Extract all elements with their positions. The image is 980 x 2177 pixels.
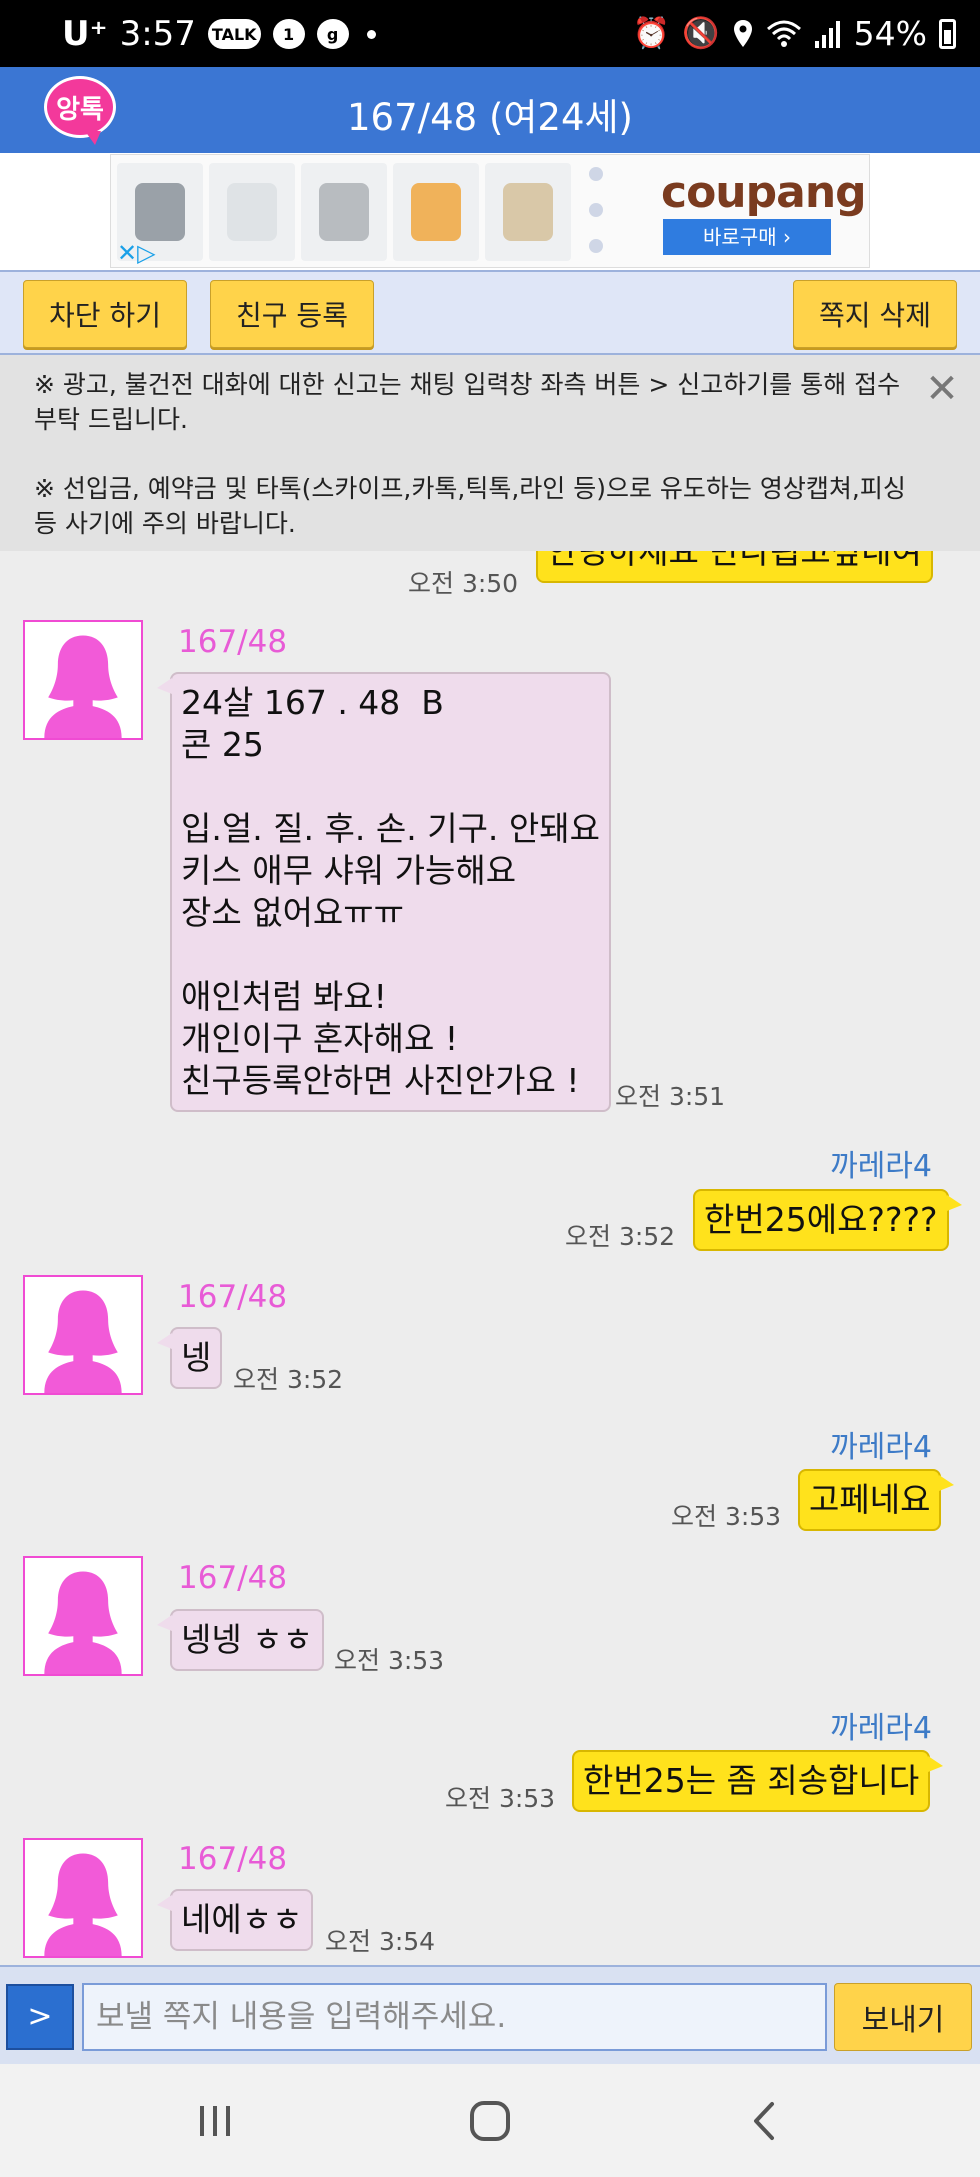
- block-button[interactable]: 차단 하기: [23, 280, 187, 348]
- ad-choices-icon[interactable]: ✕▷: [117, 239, 156, 267]
- message-input-bar: > 보내기: [0, 1965, 980, 2064]
- avatar[interactable]: [23, 1556, 143, 1676]
- back-icon[interactable]: [740, 2096, 790, 2146]
- avatar[interactable]: [23, 620, 143, 740]
- sender-name: 167/48: [178, 1560, 288, 1596]
- kakaotalk-notification-icon: TALK: [207, 19, 261, 49]
- my-name: 까레라4: [830, 1711, 932, 1746]
- add-friend-button[interactable]: 친구 등록: [210, 280, 374, 348]
- message-time: 오전 3:50: [408, 569, 519, 598]
- female-avatar-icon: [44, 1290, 122, 1393]
- message-time: 오전 3:51: [615, 1082, 726, 1111]
- battery-percent: 54%: [853, 14, 927, 53]
- chat-thread[interactable]: 안녕하세요 만나뵙고싶네여 오전 3:50 167/48 24살 167 . 4…: [0, 551, 980, 1965]
- avatar[interactable]: [23, 1275, 143, 1395]
- notice-report-text: ※ 광고, 불건전 대화에 대한 신고는 채팅 입력창 좌측 버튼 > 신고하기…: [34, 370, 901, 434]
- signal-icon: [814, 20, 840, 48]
- message-bubble-in[interactable]: 네에ㅎㅎ: [156, 1889, 314, 1951]
- message-time: 오전 3:53: [445, 1784, 556, 1813]
- delete-message-button[interactable]: 쪽지 삭제: [793, 280, 957, 348]
- home-icon[interactable]: [465, 2096, 515, 2146]
- coupang-logo: coupang: [661, 167, 867, 218]
- more-notifications-dot: [366, 29, 376, 39]
- message-time: 오전 3:54: [325, 1927, 436, 1956]
- recent-apps-icon[interactable]: [190, 2096, 240, 2146]
- warning-notice: ※ 광고, 불건전 대화에 대한 신고는 채팅 입력창 좌측 버튼 > 신고하기…: [0, 355, 980, 551]
- message-bubble-out[interactable]: 한번25는 좀 죄송합니다: [572, 1750, 944, 1812]
- close-icon[interactable]: ✕: [922, 369, 962, 409]
- status-left: U⁺ 3:57 TALK 1 g: [62, 14, 376, 54]
- female-avatar-icon: [44, 1571, 122, 1674]
- my-name: 까레라4: [830, 1430, 932, 1465]
- message-input[interactable]: [82, 1983, 827, 2051]
- message-bubble-in[interactable]: 넹: [156, 1327, 223, 1389]
- female-avatar-icon: [44, 1853, 122, 1956]
- mute-vibrate-icon: 🔇: [682, 16, 720, 51]
- ad-buy-button[interactable]: 바로구매 ›: [663, 219, 831, 255]
- carrier-label: U⁺: [62, 14, 108, 54]
- sender-name: 167/48: [178, 1841, 288, 1877]
- female-avatar-icon: [44, 635, 122, 738]
- ad-banner-area: coupang 바로구매 › ✕▷: [0, 153, 980, 270]
- message-time: 오전 3:53: [334, 1646, 445, 1675]
- ad-product-image[interactable]: [485, 163, 571, 261]
- status-bar: U⁺ 3:57 TALK 1 g ⏰ 🔇 54%: [0, 0, 980, 67]
- g-app-notification-icon: g: [316, 19, 349, 49]
- alarm-icon: ⏰: [632, 16, 671, 51]
- wifi-icon: [766, 20, 801, 47]
- message-time: 오전 3:53: [671, 1502, 782, 1531]
- message-time: 오전 3:52: [233, 1365, 344, 1394]
- ad-product-image[interactable]: [301, 163, 387, 261]
- sender-name: 167/48: [178, 624, 288, 660]
- ad-product-image[interactable]: [209, 163, 295, 261]
- chat-menu-button[interactable]: >: [6, 1984, 74, 2050]
- my-name: 까레라4: [830, 1149, 932, 1184]
- message-bubble-in[interactable]: 넹넹 ㅎㅎ: [157, 1609, 324, 1671]
- action-toolbar: 차단 하기 친구 등록 쪽지 삭제: [0, 270, 980, 355]
- sender-name: 167/48: [178, 1279, 288, 1315]
- notice-fraud-text: ※ 선입금, 예약금 및 타톡(스카이프,카톡,틱톡,라인 등)으로 유도하는 …: [34, 474, 906, 538]
- status-right: ⏰ 🔇 54%: [633, 14, 956, 53]
- message-bubble-out[interactable]: 한번25에요????: [693, 1189, 961, 1251]
- ad-banner[interactable]: coupang 바로구매 › ✕▷: [110, 154, 870, 268]
- message-bubble-out[interactable]: 안녕하세요 만나뵙고싶네여: [536, 551, 933, 583]
- system-nav-bar: [0, 2064, 980, 2177]
- avatar[interactable]: [23, 1838, 143, 1958]
- message-bubble-out[interactable]: 고페네요: [798, 1469, 955, 1531]
- clock: 3:57: [119, 14, 196, 54]
- chat-title: 167/48 (여24세): [347, 96, 633, 139]
- notification-count-icon: 1: [272, 19, 305, 49]
- location-icon: [733, 19, 752, 47]
- ad-product-image[interactable]: [393, 163, 479, 261]
- send-button[interactable]: 보내기: [834, 1983, 972, 2051]
- ad-carousel-dots: [589, 167, 605, 275]
- battery-icon: [939, 18, 956, 49]
- app-header: 앙톡 167/48 (여24세): [0, 67, 980, 153]
- message-bubble-in[interactable]: 24살 167 . 48 B 콘 25 입.얼. 질. 후. 손. 기구. 안돼…: [157, 672, 611, 1112]
- message-time: 오전 3:52: [565, 1222, 676, 1251]
